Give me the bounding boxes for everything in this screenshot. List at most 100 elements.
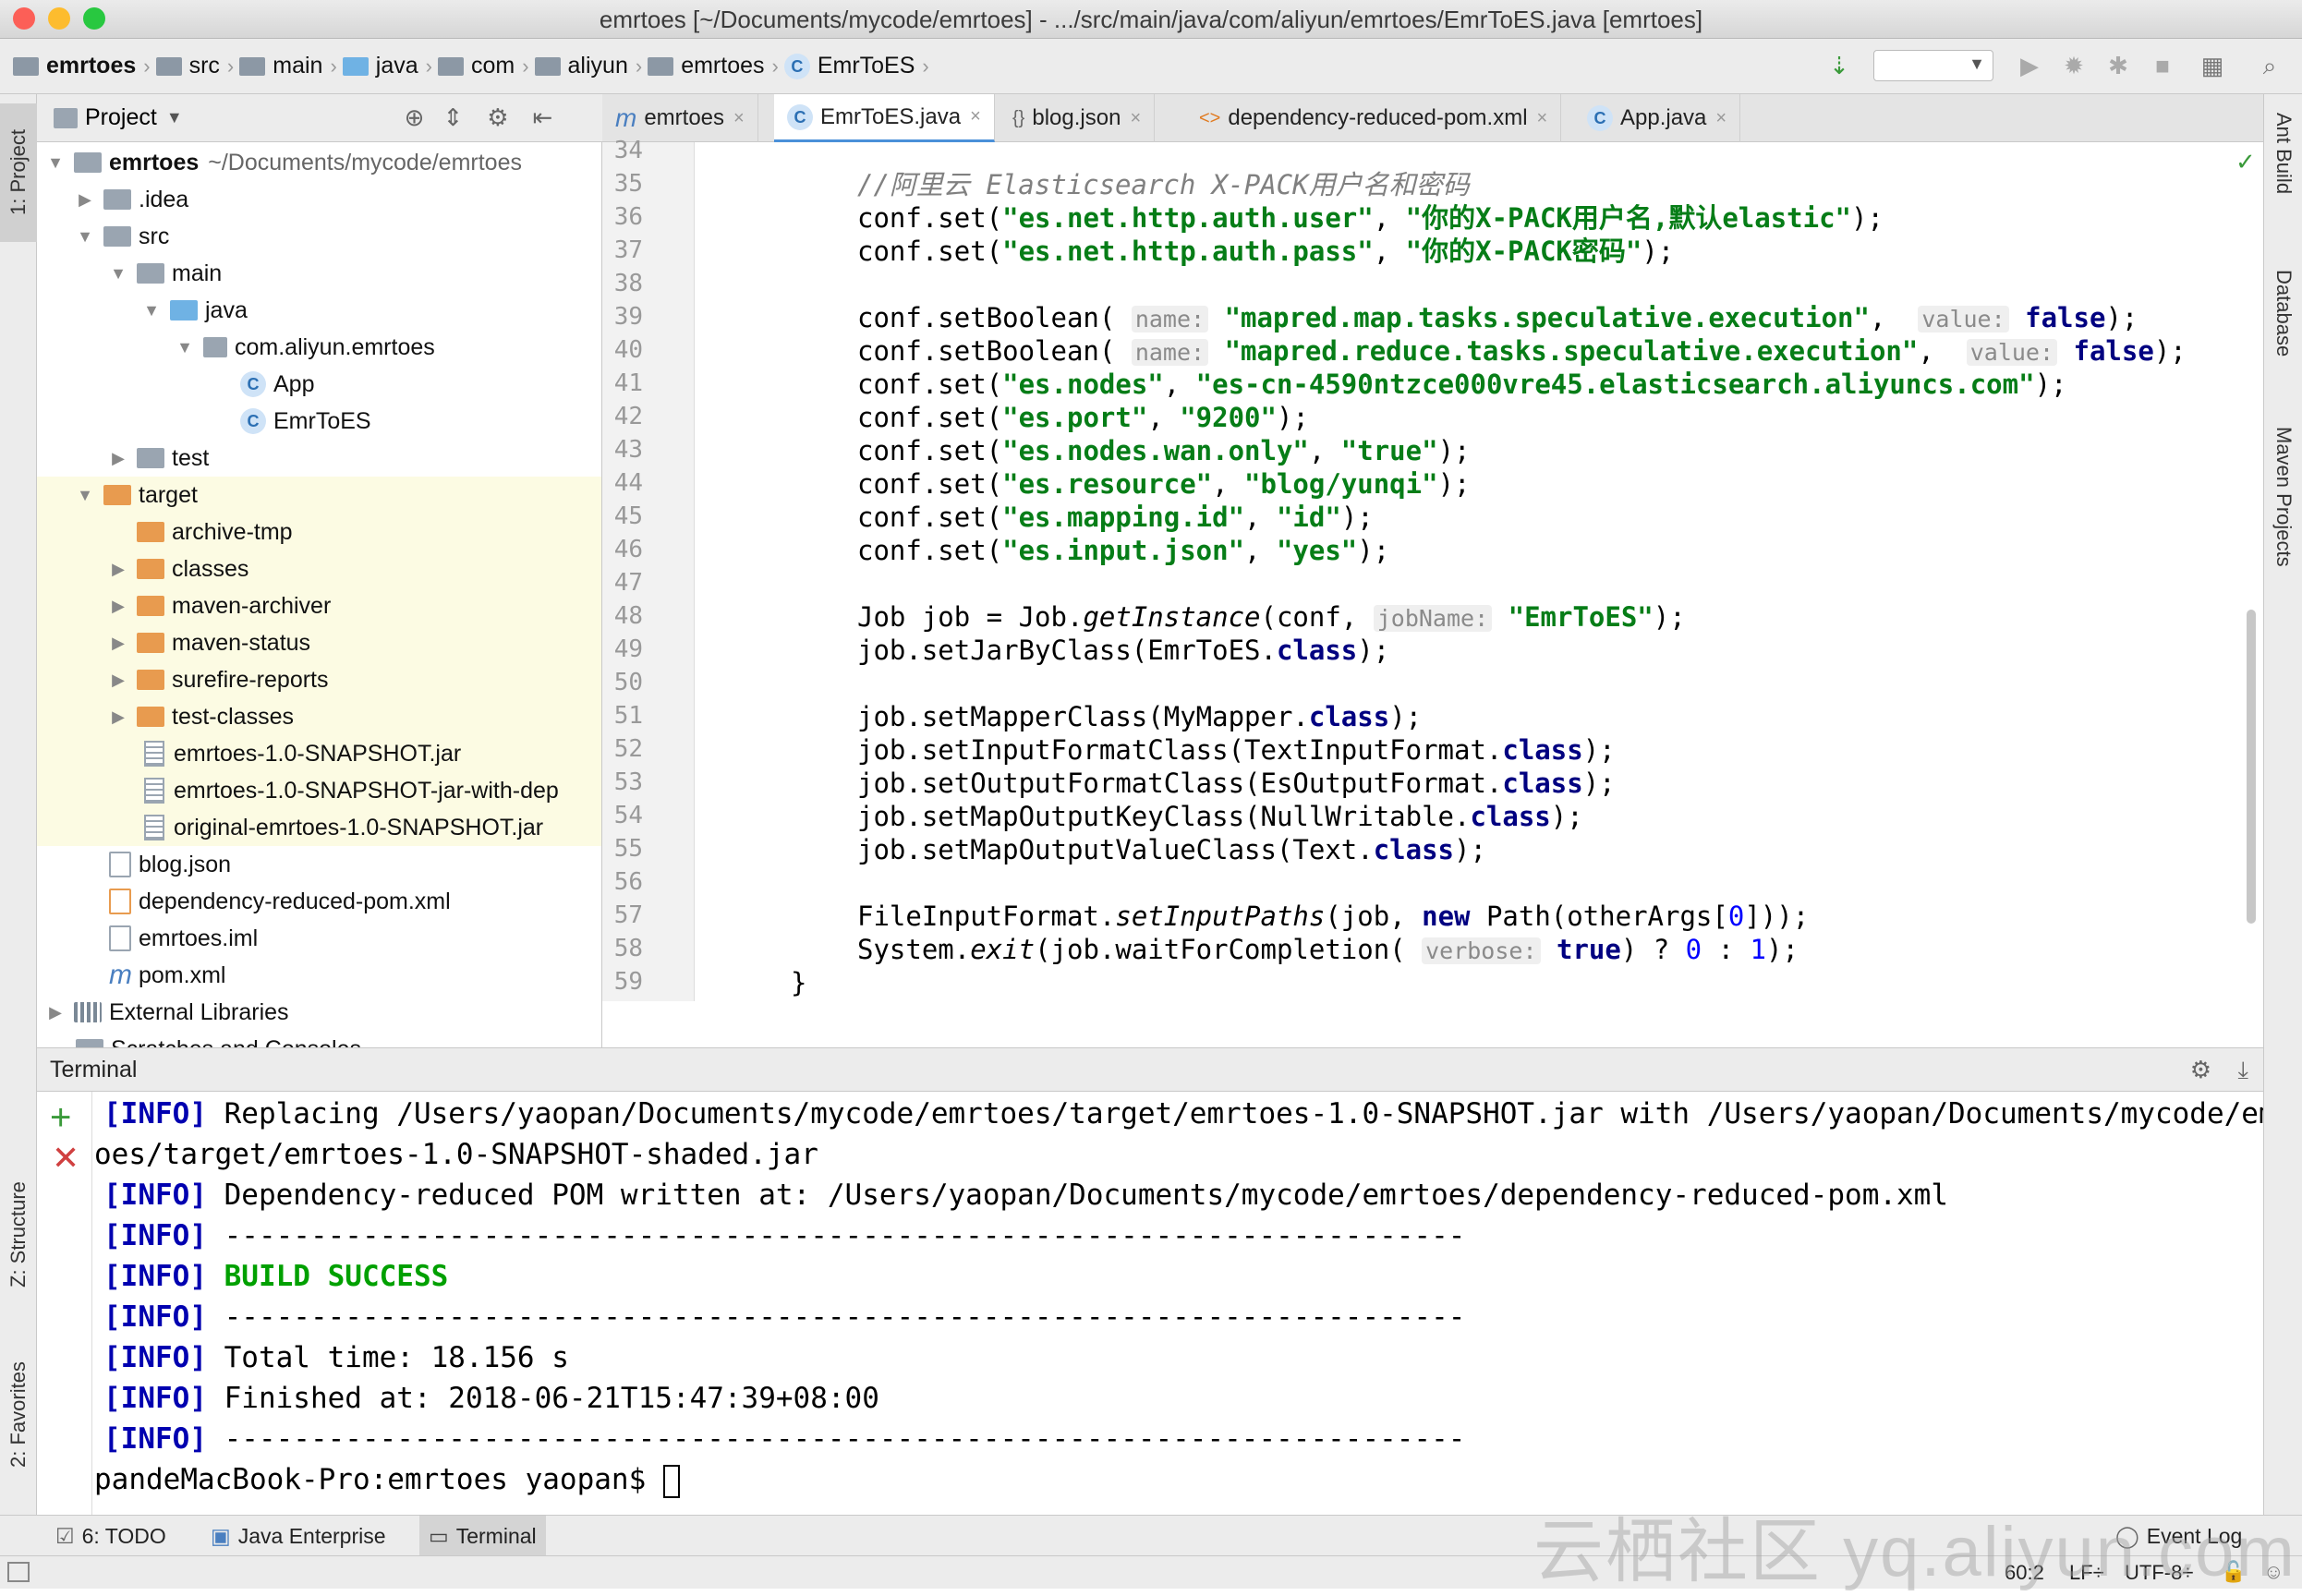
tree-item-scratches[interactable]: Scratches and Consoles [37,1031,601,1047]
tree-item-maven-status[interactable]: ▶ maven-status [37,624,601,661]
run-icon[interactable]: ▶ [2016,52,2043,79]
close-icon[interactable]: × [1715,108,1726,129]
folder-icon [137,448,164,468]
gear-icon[interactable]: ⚙ [2190,1056,2211,1084]
tree-item-src[interactable]: ▼ src [37,218,601,255]
close-icon[interactable]: × [1537,108,1548,129]
new-session-icon[interactable]: + [50,1099,71,1136]
tree-item-classes[interactable]: ▶ classes [37,550,601,587]
breadcrumb-emrtoes-class[interactable]: C EmrToES › [783,53,929,79]
tab-emrtoes-java[interactable]: C EmrToES.java × [774,94,995,142]
debug-icon[interactable]: ✹ [2060,52,2088,79]
folder-icon [103,485,131,505]
tab-project[interactable]: 1: Project [0,103,37,242]
tree-item-original-jar[interactable]: original-emrtoes-1.0-SNAPSHOT.jar [37,809,601,846]
breadcrumb-src[interactable]: src › [155,53,234,79]
chevron-down-icon[interactable]: ▼ [166,108,183,127]
tree-item-external-libraries[interactable]: ▶ External Libraries [37,994,601,1031]
code-editor[interactable]: //阿里云 Elasticsearch X-PACK用户名和密码 conf.se… [695,142,2263,1001]
tree-item-jar-with-deps[interactable]: emrtoes-1.0-SNAPSHOT-jar-with-dep [37,772,601,809]
line-number: 49 [613,635,643,663]
tree-item-blog-json[interactable]: blog.json [37,846,601,883]
close-icon[interactable]: × [733,108,745,129]
tool-windows-icon[interactable] [7,1562,30,1582]
tree-item-dependency-reduced-pom[interactable]: dependency-reduced-pom.xml [37,883,601,920]
code-line-45: conf.set("es.mapping.id", "id"); [857,502,1374,533]
collapse-arrow-icon[interactable]: ▶ [109,634,127,653]
run-config-select[interactable]: ▼ [1873,50,1993,81]
tab-dependency-reduced-pom[interactable]: <> dependency-reduced-pom.xml × [1186,94,1562,142]
tree-item-target[interactable]: ▼ target [37,477,601,514]
expand-arrow-icon[interactable]: ▼ [142,301,161,320]
tree-item-emrtoes[interactable]: ▼ emrtoes ~/Documents/mycode/emrtoes [37,144,601,181]
search-icon[interactable]: ⌕ [2256,52,2284,79]
coverage-icon[interactable]: ✱ [2104,52,2132,79]
close-session-icon[interactable]: ✕ [52,1140,79,1177]
tab-favorites[interactable]: 2: Favorites [0,1332,37,1498]
terminal-line: [INFO] Dependency-reduced POM written at… [103,1179,1949,1212]
tree-item-maven-archiver[interactable]: ▶ maven-archiver [37,587,601,624]
tab-app-java[interactable]: C App.java × [1574,94,1741,142]
terminal-prompt[interactable]: pandeMacBook-Pro:emrtoes yaopan$ [94,1459,680,1500]
tab-todo[interactable]: ☑ 6: TODO [46,1516,176,1556]
gear-icon[interactable]: ⚙ [487,103,508,132]
tab-emrtoes[interactable]: m emrtoes × [602,94,758,142]
stop-icon[interactable]: ■ [2149,52,2176,79]
tree-item-archive-tmp[interactable]: archive-tmp [37,514,601,550]
collapse-arrow-icon[interactable]: ▶ [109,707,127,727]
expand-arrow-icon[interactable]: ▼ [109,264,127,284]
collapse-arrow-icon[interactable]: ▶ [109,449,127,468]
code-line-46: conf.set("es.input.json", "yes"); [857,535,1390,566]
project-view-select[interactable]: Project [85,104,157,131]
breadcrumb-java[interactable]: java › [342,53,432,79]
breadcrumb-main[interactable]: main › [239,53,337,79]
breadcrumb-com[interactable]: com › [437,53,529,79]
project-structure-icon[interactable]: ▦ [2199,52,2226,79]
expand-arrow-icon[interactable]: ▼ [176,338,194,357]
close-icon[interactable]: × [1130,108,1141,129]
code-line-53: job.setOutputFormatClass(EsOutputFormat.… [857,768,1616,799]
breadcrumb-aliyun[interactable]: aliyun › [534,53,642,79]
breadcrumb-emrtoes-pkg[interactable]: emrtoes › [648,53,779,79]
tree-item-pom-xml[interactable]: m pom.xml [37,957,601,994]
java-enterprise-icon: ▣ [211,1523,231,1548]
tab-blog-json[interactable]: {} blog.json × [1000,94,1156,142]
tab-terminal[interactable]: ▭ Terminal [419,1516,546,1556]
tree-item-test-classes[interactable]: ▶ test-classes [37,698,601,735]
collapse-icon[interactable]: ⇕ [442,103,463,132]
collapse-arrow-icon[interactable]: ▶ [109,671,127,690]
tree-item-idea[interactable]: ▶ .idea [37,181,601,218]
xml-file-icon: <> [1199,107,1221,128]
collapse-arrow-icon[interactable]: ▶ [76,190,94,210]
tab-java-enterprise[interactable]: ▣ Java Enterprise [201,1516,395,1556]
tree-item-jar[interactable]: emrtoes-1.0-SNAPSHOT.jar [37,735,601,772]
code-line-41: conf.set("es.nodes", "es-cn-4590ntzce000… [857,369,2067,400]
tab-database[interactable]: Database [2264,270,2302,399]
hide-icon[interactable]: ⇤ [533,103,553,132]
breadcrumb-emrtoes[interactable]: emrtoes › [13,53,151,79]
collapse-arrow-icon[interactable]: ▶ [109,597,127,616]
tree-item-package[interactable]: ▼ com.aliyun.emrtoes [37,329,601,366]
build-icon[interactable]: ⇣ [1825,52,1853,79]
expand-arrow-icon[interactable]: ▼ [76,227,94,247]
editor-scrollbar[interactable] [2247,610,2256,924]
tree-item-emrtoes-class[interactable]: C EmrToES [37,403,601,440]
close-icon[interactable]: × [970,106,981,127]
tree-item-test[interactable]: ▶ test [37,440,601,477]
collapse-arrow-icon[interactable]: ▶ [109,560,127,579]
tree-item-surefire-reports[interactable]: ▶ surefire-reports [37,661,601,698]
tree-item-java[interactable]: ▼ java [37,292,601,329]
locate-icon[interactable]: ⊕ [405,103,425,132]
collapse-arrow-icon[interactable]: ▶ [46,1003,65,1022]
tree-item-main[interactable]: ▼ main [37,255,601,292]
terminal-line: [INFO] Finished at: 2018-06-21T15:47:39+… [103,1382,879,1415]
tree-item-emrtoes-iml[interactable]: emrtoes.iml [37,920,601,957]
terminal-output[interactable]: [INFO] Replacing /Users/yaopan/Documents… [92,1092,2263,1515]
tab-maven-projects[interactable]: Maven Projects [2264,427,2302,630]
expand-arrow-icon[interactable]: ▼ [76,486,94,505]
tab-ant-build[interactable]: Ant Build [2264,113,2302,251]
expand-arrow-icon[interactable]: ▼ [46,153,65,173]
tab-structure[interactable]: Z: Structure [0,1147,37,1323]
hide-panel-icon[interactable]: ⤓ [2238,1056,2249,1085]
tree-item-app[interactable]: C App [37,366,601,403]
